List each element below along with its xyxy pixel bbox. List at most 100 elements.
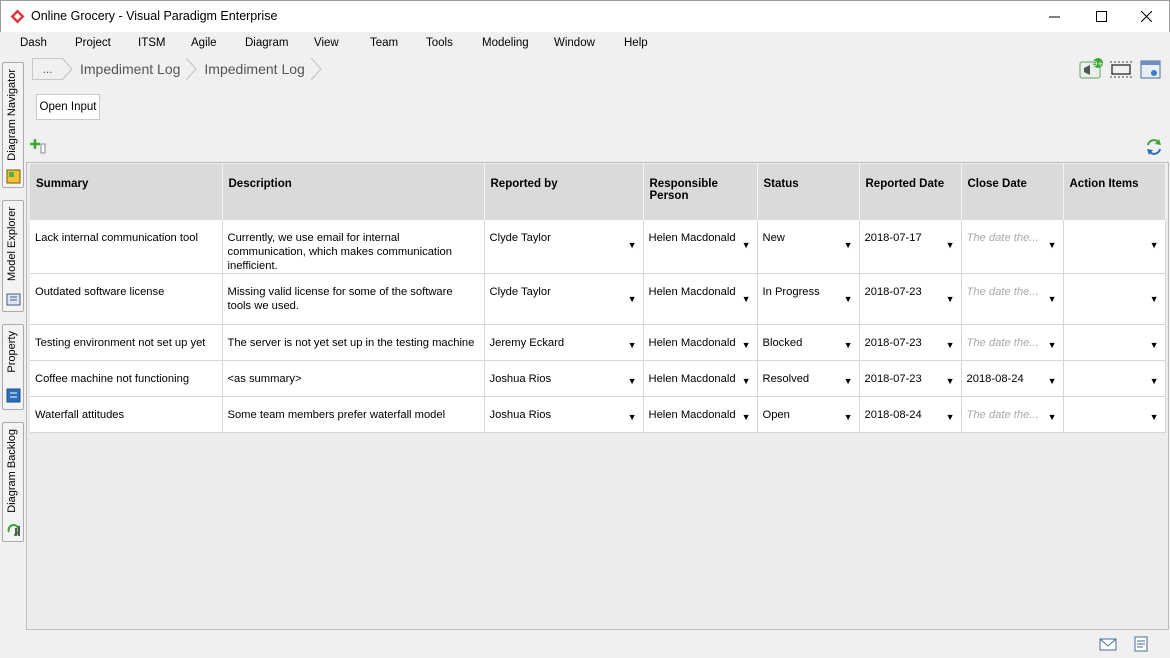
tab-model-explorer[interactable]: Model Explorer: [2, 200, 24, 312]
breadcrumb-item-impediment-log[interactable]: Impediment Log: [74, 58, 186, 80]
cell-summary[interactable]: Waterfall attitudes: [30, 396, 223, 433]
dropdown-arrow-icon[interactable]: ▼: [946, 292, 955, 306]
fit-page-button[interactable]: [1109, 58, 1133, 80]
cell-description[interactable]: Missing valid license for some of the so…: [222, 273, 485, 325]
minimize-button[interactable]: [1031, 1, 1077, 32]
window-panel-button[interactable]: [1139, 58, 1163, 80]
column-header-status[interactable]: Status: [757, 164, 860, 220]
cell-reported-by[interactable]: Joshua Rios ▼: [484, 360, 644, 397]
cell-responsible[interactable]: Helen Macdonald ▼: [643, 396, 758, 433]
maximize-button[interactable]: [1078, 1, 1124, 32]
cell-reported-date[interactable]: 2018-08-24 ▼: [859, 396, 962, 433]
dropdown-arrow-icon[interactable]: ▼: [1048, 410, 1057, 424]
cell-description[interactable]: Some team members prefer waterfall model: [222, 396, 485, 433]
cell-status[interactable]: New ▼: [757, 220, 860, 274]
tab-diagram-backlog[interactable]: Diagram Backlog: [2, 422, 24, 542]
dropdown-arrow-icon[interactable]: ▼: [844, 292, 853, 306]
cell-close-date[interactable]: The date the... ▼: [961, 324, 1064, 361]
cell-responsible[interactable]: Helen Macdonald ▼: [643, 324, 758, 361]
column-header-summary[interactable]: Summary: [30, 164, 223, 220]
dropdown-arrow-icon[interactable]: ▼: [1150, 410, 1159, 424]
dropdown-arrow-icon[interactable]: ▼: [1150, 338, 1159, 352]
cell-reported-by[interactable]: Clyde Taylor ▼: [484, 273, 644, 325]
cell-reported-by[interactable]: Joshua Rios ▼: [484, 396, 644, 433]
cell-reported-by[interactable]: Clyde Taylor ▼: [484, 220, 644, 274]
dropdown-arrow-icon[interactable]: ▼: [946, 238, 955, 252]
dropdown-arrow-icon[interactable]: ▼: [844, 338, 853, 352]
dropdown-arrow-icon[interactable]: ▼: [742, 374, 751, 388]
column-header-reported-date[interactable]: Reported Date: [859, 164, 962, 220]
dropdown-arrow-icon[interactable]: ▼: [742, 410, 751, 424]
column-header-reported-by[interactable]: Reported by: [484, 164, 644, 220]
cell-action-items[interactable]: ▼: [1063, 273, 1166, 325]
tab-diagram-navigator[interactable]: Diagram Navigator: [2, 62, 24, 188]
open-input-button[interactable]: Open Input: [36, 94, 100, 120]
refresh-icon[interactable]: [1145, 138, 1163, 156]
cell-status[interactable]: Resolved ▼: [757, 360, 860, 397]
cell-summary[interactable]: Outdated software license: [30, 273, 223, 325]
dropdown-arrow-icon[interactable]: ▼: [628, 338, 637, 352]
menu-help[interactable]: Help: [624, 37, 648, 49]
dropdown-arrow-icon[interactable]: ▼: [742, 292, 751, 306]
cell-action-items[interactable]: ▼: [1063, 324, 1166, 361]
cell-summary[interactable]: Testing environment not set up yet: [30, 324, 223, 361]
dropdown-arrow-icon[interactable]: ▼: [844, 410, 853, 424]
dropdown-arrow-icon[interactable]: ▼: [844, 238, 853, 252]
envelope-icon[interactable]: [1099, 636, 1117, 652]
cell-close-date[interactable]: The date the... ▼: [961, 220, 1064, 274]
dropdown-arrow-icon[interactable]: ▼: [628, 374, 637, 388]
cell-status[interactable]: Blocked ▼: [757, 324, 860, 361]
cell-close-date[interactable]: The date the... ▼: [961, 396, 1064, 433]
menu-view[interactable]: View: [314, 37, 339, 49]
cell-reported-date[interactable]: 2018-07-23 ▼: [859, 324, 962, 361]
dropdown-arrow-icon[interactable]: ▼: [1048, 374, 1057, 388]
dropdown-arrow-icon[interactable]: ▼: [742, 238, 751, 252]
menu-window[interactable]: Window: [554, 37, 595, 49]
dropdown-arrow-icon[interactable]: ▼: [1048, 238, 1057, 252]
menu-project[interactable]: Project: [75, 37, 111, 49]
cell-summary[interactable]: Coffee machine not functioning: [30, 360, 223, 397]
cell-action-items[interactable]: ▼: [1063, 360, 1166, 397]
cell-description[interactable]: <as summary>: [222, 360, 485, 397]
cell-reported-date[interactable]: 2018-07-17 ▼: [859, 220, 962, 274]
cell-reported-by[interactable]: Jeremy Eckard ▼: [484, 324, 644, 361]
menu-agile[interactable]: Agile: [191, 37, 217, 49]
cell-responsible[interactable]: Helen Macdonald ▼: [643, 273, 758, 325]
menu-itsm[interactable]: ITSM: [138, 37, 165, 49]
cell-responsible[interactable]: Helen Macdonald ▼: [643, 220, 758, 274]
menu-dash[interactable]: Dash: [20, 37, 47, 49]
dropdown-arrow-icon[interactable]: ▼: [946, 410, 955, 424]
dropdown-arrow-icon[interactable]: ▼: [628, 238, 637, 252]
cell-reported-date[interactable]: 2018-07-23 ▼: [859, 273, 962, 325]
menu-tools[interactable]: Tools: [426, 37, 453, 49]
add-row-icon[interactable]: [30, 138, 48, 154]
cell-description[interactable]: Currently, we use email for internal com…: [222, 220, 485, 274]
cell-close-date[interactable]: The date the... ▼: [961, 273, 1064, 325]
column-header-responsible-person[interactable]: Responsible Person: [643, 164, 758, 220]
column-header-close-date[interactable]: Close Date: [961, 164, 1064, 220]
tab-property[interactable]: Property: [2, 324, 24, 410]
dropdown-arrow-icon[interactable]: ▼: [742, 338, 751, 352]
menu-diagram[interactable]: Diagram: [245, 37, 288, 49]
dropdown-arrow-icon[interactable]: ▼: [1150, 238, 1159, 252]
cell-status[interactable]: Open ▼: [757, 396, 860, 433]
dropdown-arrow-icon[interactable]: ▼: [1150, 374, 1159, 388]
menu-modeling[interactable]: Modeling: [482, 37, 529, 49]
dropdown-arrow-icon[interactable]: ▼: [946, 374, 955, 388]
dropdown-arrow-icon[interactable]: ▼: [844, 374, 853, 388]
cell-responsible[interactable]: Helen Macdonald ▼: [643, 360, 758, 397]
close-button[interactable]: [1123, 1, 1169, 32]
cell-close-date[interactable]: 2018-08-24 ▼: [961, 360, 1064, 397]
menu-team[interactable]: Team: [370, 37, 398, 49]
notification-button[interactable]: 9+: [1079, 58, 1103, 80]
dropdown-arrow-icon[interactable]: ▼: [1048, 292, 1057, 306]
cell-reported-date[interactable]: 2018-07-23 ▼: [859, 360, 962, 397]
column-header-description[interactable]: Description: [222, 164, 485, 220]
breadcrumb-ellipsis[interactable]: ...: [32, 58, 62, 80]
dropdown-arrow-icon[interactable]: ▼: [628, 292, 637, 306]
dropdown-arrow-icon[interactable]: ▼: [1048, 338, 1057, 352]
cell-description[interactable]: The server is not yet set up in the test…: [222, 324, 485, 361]
dropdown-arrow-icon[interactable]: ▼: [1150, 292, 1159, 306]
cell-status[interactable]: In Progress ▼: [757, 273, 860, 325]
cell-summary[interactable]: Lack internal communication tool: [30, 220, 223, 274]
